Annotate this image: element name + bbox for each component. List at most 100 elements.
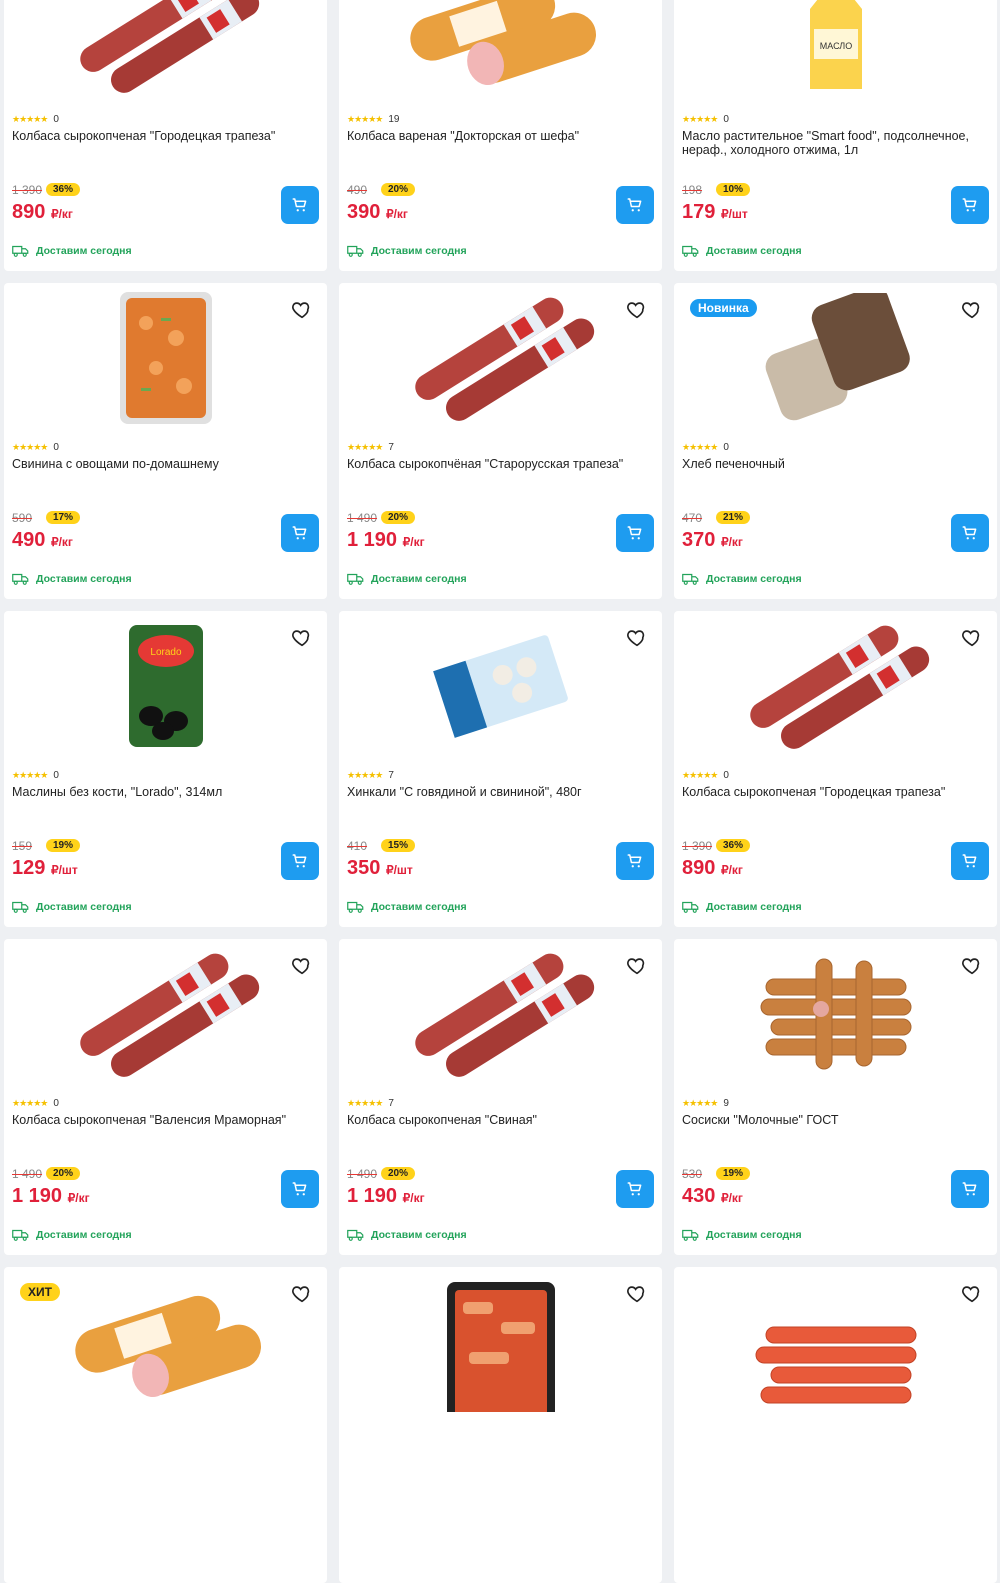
rating-count: 0: [53, 114, 59, 125]
rating: ★★★★★ 19: [347, 114, 399, 125]
old-price: 1 490: [12, 1167, 43, 1181]
favorite-heart-icon[interactable]: [626, 955, 648, 977]
price: 390 ₽/кг: [347, 201, 408, 224]
favorite-heart-icon[interactable]: [291, 1283, 313, 1305]
product-card[interactable]: Lorado ★★★★★ 0 Маслины без кости, "Lorado",…: [4, 611, 327, 927]
add-to-cart-button[interactable]: [951, 842, 989, 880]
truck-icon: [347, 245, 365, 257]
product-title[interactable]: Свинина с овощами по-домашнему: [12, 457, 312, 471]
discount-badge: 21%: [716, 511, 751, 524]
add-to-cart-button[interactable]: [281, 186, 319, 224]
product-title[interactable]: Колбаса сырокопчёная "Старорусская трапе…: [347, 457, 647, 471]
product-card[interactable]: [339, 1267, 662, 1583]
product-image[interactable]: [339, 939, 662, 1089]
add-to-cart-button[interactable]: [616, 842, 654, 880]
product-card[interactable]: ★★★★★ 9 Сосиски "Молочные" ГОСТ 530 19% 430 ₽…: [674, 939, 997, 1255]
add-to-cart-button[interactable]: [281, 1170, 319, 1208]
product-card[interactable]: ★★★★★ 0 Колбаса сырокопченая "Валенсия Мра…: [4, 939, 327, 1255]
product-image[interactable]: МАСЛО: [674, 0, 997, 105]
product-image[interactable]: [4, 283, 327, 433]
favorite-heart-icon[interactable]: [626, 1283, 648, 1305]
svg-text:Lorado: Lorado: [150, 647, 182, 658]
product-image[interactable]: [674, 1267, 997, 1417]
price-value: 1 190: [347, 529, 398, 551]
delivery-text: Доставим сегодня: [371, 573, 467, 585]
favorite-heart-icon[interactable]: [961, 955, 983, 977]
price-unit: ₽/кг: [720, 863, 743, 877]
product-image[interactable]: [674, 939, 997, 1089]
product-image[interactable]: [4, 0, 327, 105]
old-price: 470: [682, 511, 703, 525]
delivery-text: Доставим сегодня: [706, 1229, 802, 1241]
cart-icon: [626, 196, 644, 214]
product-image[interactable]: Lorado: [4, 611, 327, 761]
add-to-cart-button[interactable]: [616, 186, 654, 224]
price: 370 ₽/кг: [682, 529, 743, 552]
price-value: 890: [12, 201, 46, 223]
product-image[interactable]: [339, 283, 662, 433]
discount-badge: 20%: [381, 1167, 416, 1180]
favorite-heart-icon[interactable]: [961, 627, 983, 649]
favorite-heart-icon[interactable]: [291, 955, 313, 977]
favorite-heart-icon[interactable]: [961, 1283, 983, 1305]
product-image[interactable]: [674, 611, 997, 761]
product-title[interactable]: Колбаса сырокопченая "Свиная": [347, 1113, 647, 1127]
price-value: 390: [347, 201, 381, 223]
product-card[interactable]: ★★★★★ 19 Колбаса вареная "Докторская от ше…: [339, 0, 662, 271]
truck-icon: [347, 1229, 365, 1241]
add-to-cart-button[interactable]: [281, 842, 319, 880]
product-card[interactable]: ХИТ: [4, 1267, 327, 1583]
truck-icon: [12, 245, 30, 257]
product-card[interactable]: Новинка ★★★★★ 0 Хлеб печеночный 470 21% 370 ₽/…: [674, 283, 997, 599]
favorite-heart-icon[interactable]: [626, 627, 648, 649]
old-price: 1 490: [347, 511, 378, 525]
product-title[interactable]: Хинкали "С говядиной и свининой", 480г: [347, 785, 647, 799]
add-to-cart-button[interactable]: [281, 514, 319, 552]
favorite-heart-icon[interactable]: [291, 627, 313, 649]
delivery-info: Доставим сегодня: [12, 245, 132, 257]
product-card[interactable]: ★★★★★ 0 Колбаса сырокопченая "Городецкая т…: [4, 0, 327, 271]
product-card[interactable]: ★★★★★ 7 Хинкали "С говядиной и свининой", …: [339, 611, 662, 927]
favorite-heart-icon[interactable]: [961, 299, 983, 321]
product-title[interactable]: Колбаса сырокопченая "Городецкая трапеза…: [12, 129, 312, 143]
product-title[interactable]: Масло растительное "Smart food", подсолн…: [682, 129, 982, 157]
price-value: 430: [682, 1185, 716, 1207]
product-image[interactable]: [339, 0, 662, 105]
product-image[interactable]: [4, 939, 327, 1089]
price-value: 1 190: [12, 1185, 63, 1207]
add-to-cart-button[interactable]: [951, 186, 989, 224]
price-unit: ₽/кг: [402, 1191, 425, 1205]
add-to-cart-button[interactable]: [616, 514, 654, 552]
delivery-text: Доставим сегодня: [706, 901, 802, 913]
add-to-cart-button[interactable]: [616, 1170, 654, 1208]
add-to-cart-button[interactable]: [951, 1170, 989, 1208]
stars-icon: ★★★★★: [682, 1098, 718, 1108]
product-card[interactable]: ★★★★★ 7 Колбаса сырокопченая "Свиная" 1 490…: [339, 939, 662, 1255]
product-card[interactable]: ★★★★★ 7 Колбаса сырокопчёная "Старорусская…: [339, 283, 662, 599]
product-card[interactable]: ★★★★★ 0 Колбаса сырокопченая "Городецкая т…: [674, 611, 997, 927]
product-title[interactable]: Колбаса сырокопченая "Валенсия Мраморная…: [12, 1113, 312, 1127]
favorite-heart-icon[interactable]: [626, 299, 648, 321]
discount-badge: 20%: [381, 511, 416, 524]
product-title[interactable]: Сосиски "Молочные" ГОСТ: [682, 1113, 982, 1127]
discount-badge: 15%: [381, 839, 416, 852]
old-price: 1 390: [12, 183, 43, 197]
rating: ★★★★★ 7: [347, 442, 394, 453]
add-to-cart-button[interactable]: [951, 514, 989, 552]
delivery-text: Доставим сегодня: [36, 901, 132, 913]
price-unit: ₽/кг: [67, 1191, 90, 1205]
product-card[interactable]: МАСЛО ★★★★★ 0 Масло растительное "Smart foo…: [674, 0, 997, 271]
truck-icon: [12, 1229, 30, 1241]
product-title[interactable]: Колбаса вареная "Докторская от шефа": [347, 129, 647, 143]
delivery-text: Доставим сегодня: [371, 245, 467, 257]
favorite-heart-icon[interactable]: [291, 299, 313, 321]
product-image[interactable]: [339, 611, 662, 761]
product-title[interactable]: Колбаса сырокопченая "Городецкая трапеза…: [682, 785, 982, 799]
product-title[interactable]: Хлеб печеночный: [682, 457, 982, 471]
product-card[interactable]: [674, 1267, 997, 1583]
product-title[interactable]: Маслины без кости, "Lorado", 314мл: [12, 785, 312, 799]
price-unit: ₽/шт: [720, 207, 748, 221]
product-card[interactable]: ★★★★★ 0 Свинина с овощами по-домашнему 590 1…: [4, 283, 327, 599]
price-value: 129: [12, 857, 46, 879]
product-image[interactable]: [339, 1267, 662, 1417]
